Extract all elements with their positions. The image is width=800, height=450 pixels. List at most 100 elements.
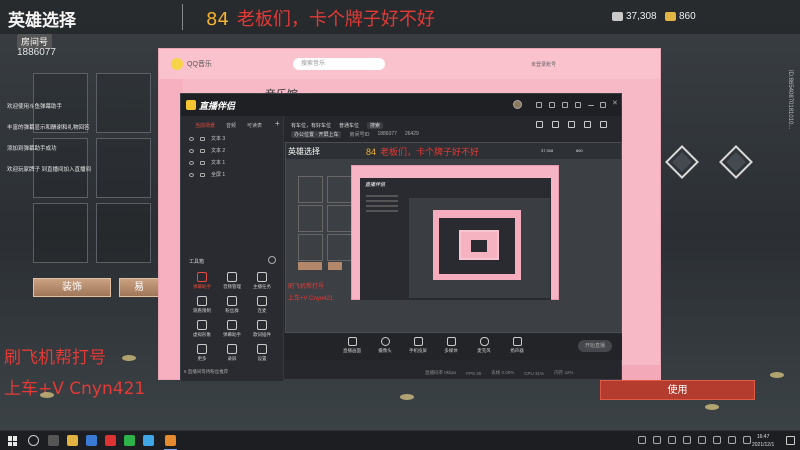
tool-fans[interactable]: 粉丝群 bbox=[217, 296, 247, 314]
minimize-icon[interactable] bbox=[588, 102, 594, 106]
tab-readable[interactable]: 可读表 bbox=[247, 122, 262, 129]
qq-music-search-input[interactable]: 搜索音乐 bbox=[293, 58, 385, 70]
tool-icon bbox=[197, 344, 207, 354]
layer-item[interactable]: 文本 1 bbox=[189, 159, 225, 166]
tool-lyrics[interactable]: 歌词插件 bbox=[247, 320, 277, 338]
eye-icon[interactable] bbox=[189, 148, 194, 153]
ime-icon[interactable] bbox=[728, 436, 736, 444]
qq-music-icon[interactable] bbox=[165, 435, 176, 446]
network-icon[interactable] bbox=[698, 436, 706, 444]
windows-start-icon[interactable] bbox=[8, 436, 18, 446]
bell-icon[interactable] bbox=[584, 121, 591, 128]
live-companion-window[interactable]: 直播伴侣 ✕ 当前场景 音频 可读表 + 文本 3 文本 2 文本 1 全屏 1… bbox=[180, 93, 622, 381]
tool-record[interactable]: 录屏 bbox=[217, 344, 247, 362]
nested-pink-window bbox=[433, 210, 521, 280]
dock-media[interactable]: 多媒体 bbox=[439, 337, 463, 354]
layer-item[interactable]: 文本 2 bbox=[189, 147, 225, 154]
message-icon[interactable] bbox=[536, 102, 542, 108]
decor-button[interactable]: 装饰 bbox=[33, 278, 111, 297]
tool-more[interactable]: 更多 bbox=[187, 344, 217, 362]
champion-slot[interactable] bbox=[96, 203, 151, 263]
edge-icon[interactable] bbox=[143, 435, 154, 446]
tool-danmaku[interactable]: 弹幕助手 bbox=[187, 272, 217, 290]
monitor-icon bbox=[347, 337, 357, 346]
dock-screen-capture[interactable]: 直播画面 bbox=[340, 337, 364, 354]
live-preview[interactable]: 英雄选择 84 老板们，卡个牌子好不好 37,308 860 刷飞机帮打号 上车+… bbox=[285, 142, 622, 333]
close-icon[interactable]: ✕ bbox=[612, 99, 618, 107]
lock-icon[interactable] bbox=[200, 172, 205, 177]
tab-current-scene[interactable]: 当前场景 bbox=[195, 122, 215, 129]
app-icon[interactable] bbox=[86, 435, 97, 446]
tool-settings[interactable]: 设置 bbox=[247, 344, 277, 362]
status-drop: 丢帧 0.00% bbox=[491, 370, 515, 375]
rp-icon bbox=[665, 12, 676, 21]
wechat-icon[interactable] bbox=[124, 435, 135, 446]
avatar[interactable] bbox=[513, 100, 522, 109]
tray-icon[interactable] bbox=[638, 436, 646, 444]
dock-phone-cast[interactable]: 手机投屏 bbox=[406, 337, 430, 354]
companion-titlebar bbox=[181, 94, 621, 116]
tray-icon[interactable] bbox=[653, 436, 661, 444]
tool-icon bbox=[197, 296, 207, 306]
task-view-icon[interactable] bbox=[48, 435, 59, 446]
dock-microphone[interactable]: 麦克风 bbox=[472, 337, 496, 354]
tool-icon bbox=[197, 320, 207, 330]
tool-danmaku-2[interactable]: 弹幕助手 bbox=[217, 320, 247, 338]
shirt-icon[interactable] bbox=[562, 102, 568, 108]
companion-logo: 直播伴侣 bbox=[186, 99, 235, 112]
layer-item[interactable]: 全屏 1 bbox=[189, 171, 225, 178]
eye-icon[interactable] bbox=[189, 160, 194, 165]
room-search-button[interactable]: 搜索 bbox=[367, 122, 384, 129]
eye-icon[interactable] bbox=[189, 136, 194, 141]
taskbar-clock[interactable]: 16:47 2021/12/1 bbox=[752, 433, 774, 449]
nested-core-frame bbox=[471, 240, 487, 252]
dock-speaker[interactable]: 扬声器 bbox=[505, 337, 529, 354]
secondary-button[interactable]: 易 bbox=[119, 278, 159, 297]
shield-icon[interactable] bbox=[568, 121, 575, 128]
status-fps: FPS 30 bbox=[466, 370, 482, 376]
champion-slot[interactable] bbox=[33, 203, 88, 263]
companion-status-bar: 直播码率 0kbps FPS 30 丢帧 0.00% CPU 31% 内存 42… bbox=[285, 367, 622, 379]
lock-icon[interactable] bbox=[200, 160, 205, 165]
qq-music-header bbox=[159, 49, 660, 79]
use-button[interactable]: 使用 bbox=[600, 380, 755, 400]
qq-music-user[interactable]: 未登录账号 bbox=[531, 61, 556, 68]
start-live-button[interactable]: 开始直播 bbox=[578, 340, 612, 352]
settings-icon[interactable] bbox=[600, 121, 607, 128]
tray-icon[interactable] bbox=[683, 436, 691, 444]
preview-button bbox=[298, 262, 322, 270]
eye-icon[interactable] bbox=[189, 172, 194, 177]
source-dock: 直播画面 摄像头 手机投屏 多媒体 麦克风 扬声器 开始直播 bbox=[285, 334, 622, 360]
volume-icon[interactable] bbox=[713, 436, 721, 444]
maximize-icon[interactable] bbox=[600, 102, 606, 108]
tool-limit[interactable]: 观看限制 bbox=[187, 296, 217, 314]
essence-icon bbox=[612, 12, 623, 21]
lock-icon[interactable] bbox=[552, 121, 559, 128]
tray-icon[interactable] bbox=[668, 436, 676, 444]
toolbox-settings-icon[interactable] bbox=[268, 256, 276, 264]
notification-icon[interactable] bbox=[786, 436, 795, 445]
lock-icon[interactable] bbox=[200, 148, 205, 153]
nested-dark-window bbox=[439, 218, 515, 274]
battery-icon[interactable] bbox=[743, 436, 751, 444]
tool-avatar[interactable]: 虚拟形象 bbox=[187, 320, 217, 338]
settings-icon[interactable] bbox=[575, 102, 581, 108]
add-source-button[interactable]: + bbox=[275, 119, 280, 128]
gift-icon[interactable] bbox=[536, 121, 543, 128]
search-icon[interactable] bbox=[28, 435, 39, 446]
tab-audio[interactable]: 音频 bbox=[226, 122, 236, 129]
dock-camera[interactable]: 摄像头 bbox=[373, 337, 397, 354]
tool-audio[interactable]: 音频管理 bbox=[217, 272, 247, 290]
tool-link[interactable]: 连麦 bbox=[247, 296, 277, 314]
overlay-line-2: 上车+V Cnyn421 bbox=[4, 379, 146, 399]
lock-icon[interactable] bbox=[200, 136, 205, 141]
room-title-pill[interactable]: 办公位置 · 开屏上车 bbox=[291, 131, 342, 138]
nested-logo: 直播伴侣 bbox=[365, 182, 386, 188]
layer-item[interactable]: 文本 3 bbox=[189, 135, 225, 142]
live-app-icon[interactable] bbox=[105, 435, 116, 446]
stream-message: 84 老板们，卡个牌子好不好 bbox=[206, 5, 435, 31]
file-explorer-icon[interactable] bbox=[67, 435, 78, 446]
menu-icon[interactable] bbox=[549, 102, 555, 108]
tool-tasks[interactable]: 主播任务 bbox=[247, 272, 277, 290]
currency-essence: 37,308 bbox=[612, 11, 657, 22]
